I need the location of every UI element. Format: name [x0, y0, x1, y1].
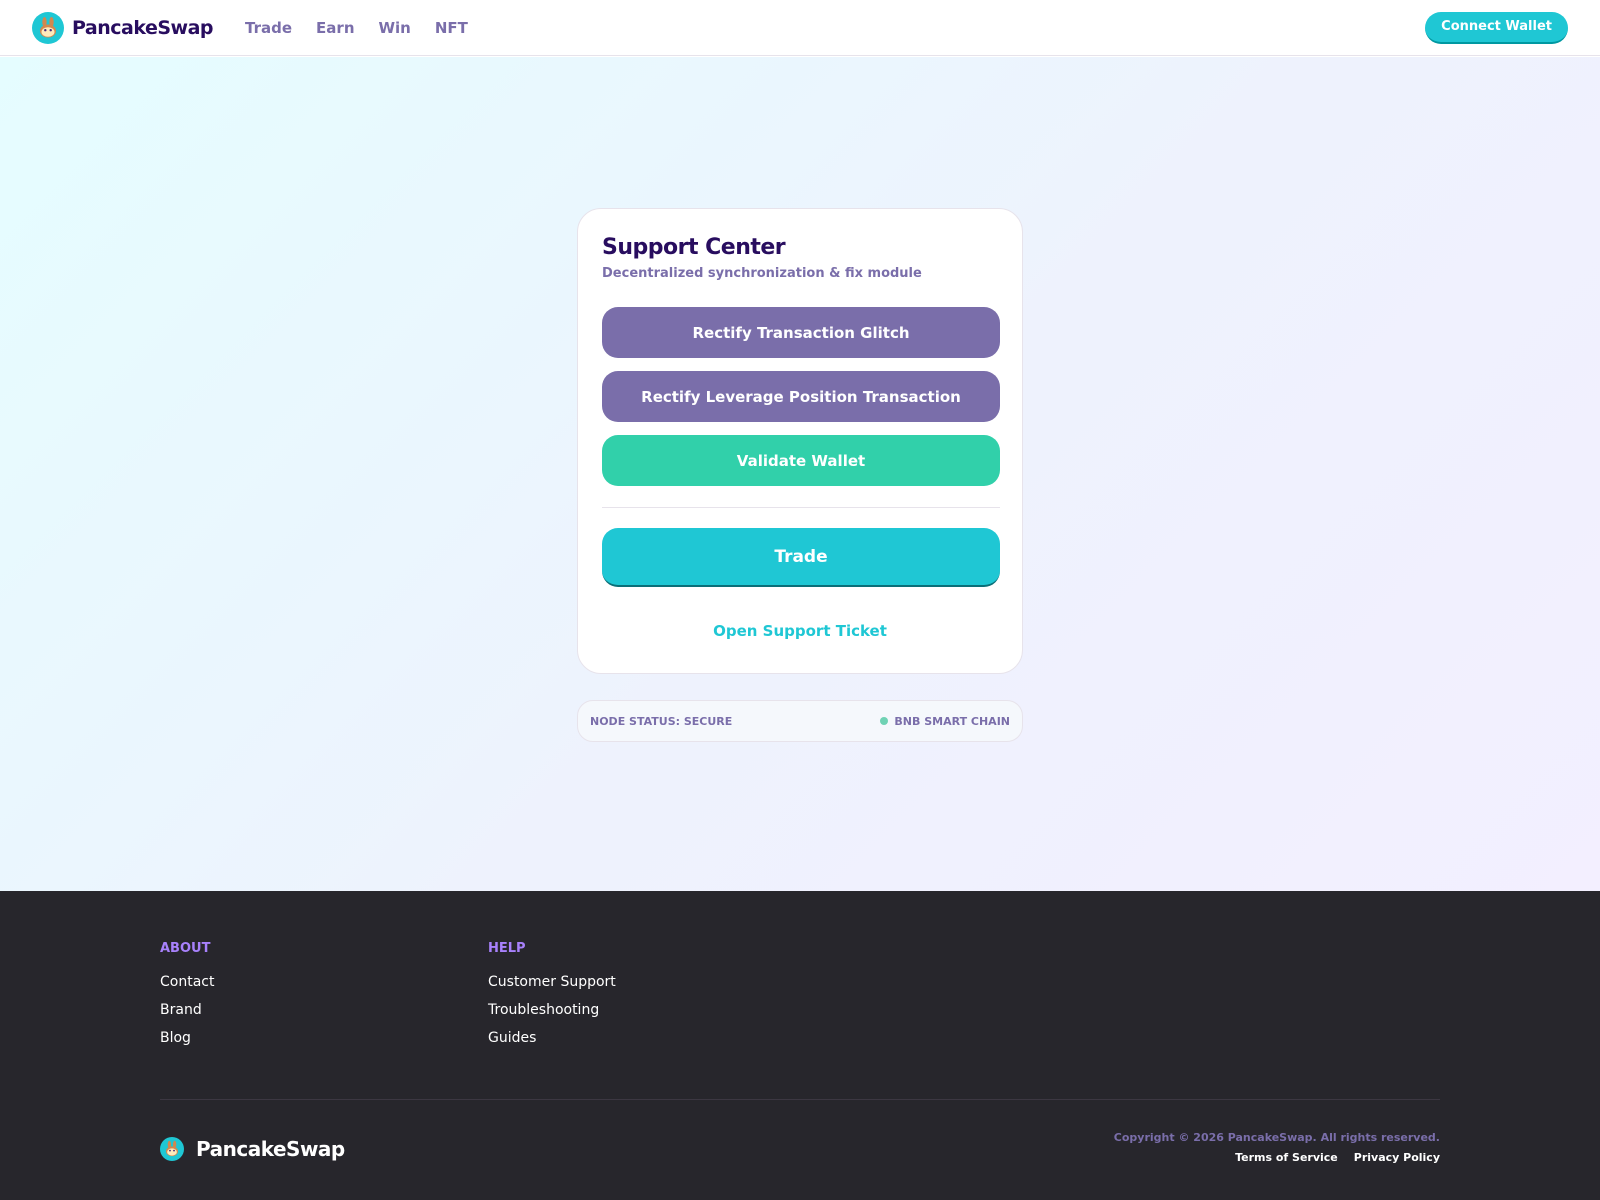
footer-about-heading: ABOUT [160, 941, 211, 956]
nav-win[interactable]: Win [379, 19, 411, 37]
nav-nft[interactable]: NFT [435, 19, 468, 37]
rectify-leverage-position-button[interactable]: Rectify Leverage Position Transaction [602, 371, 1000, 422]
footer-brand-logo[interactable]: PancakeSwap [160, 1137, 345, 1161]
status-dot-icon [880, 717, 889, 725]
footer-brand-name: PancakeSwap [196, 1137, 345, 1161]
footer-link-troubleshooting[interactable]: Troubleshooting [488, 1002, 616, 1018]
brand-logo[interactable]: PancakeSwap [32, 11, 214, 44]
open-support-ticket-link[interactable]: Open Support Ticket [602, 622, 998, 640]
legal-links: Terms of Service Privacy Policy [1114, 1151, 1440, 1164]
site-footer: ABOUT Contact Brand Blog HELP Customer S… [0, 891, 1600, 1200]
footer-legal: Copyright © 2026 PancakeSwap. All rights… [1114, 1131, 1440, 1164]
node-status-text: NODE STATUS: SECURE [590, 714, 733, 728]
brand-name: PancakeSwap [72, 16, 214, 39]
copyright-text: Copyright © 2026 PancakeSwap. All rights… [1113, 1131, 1440, 1144]
footer-link-contact[interactable]: Contact [160, 974, 214, 990]
trade-button[interactable]: Trade [602, 528, 1000, 587]
top-navbar: PancakeSwap Trade Earn Win NFT Connect W… [0, 0, 1600, 56]
connect-wallet-button[interactable]: Connect Wallet [1425, 11, 1568, 44]
rectify-transaction-glitch-button[interactable]: Rectify Transaction Glitch [602, 307, 1000, 358]
main-content: Support Center Decentralized synchroniza… [0, 57, 1600, 891]
card-title: Support Center [602, 235, 786, 260]
node-status-bar: NODE STATUS: SECURE BNB SMART CHAIN [577, 700, 1023, 742]
chain-indicator: BNB SMART CHAIN [880, 715, 1010, 728]
chain-name: BNB SMART CHAIN [894, 714, 1010, 728]
footer-link-brand[interactable]: Brand [160, 1002, 214, 1018]
footer-about-column: ABOUT Contact Brand Blog [160, 941, 214, 1058]
card-subtitle: Decentralized synchronization & fix modu… [602, 266, 922, 281]
nav-earn[interactable]: Earn [316, 19, 354, 37]
card-divider [602, 507, 1000, 508]
privacy-policy-link[interactable]: Privacy Policy [1354, 1151, 1440, 1164]
footer-help-column: HELP Customer Support Troubleshooting Gu… [488, 941, 616, 1058]
validate-wallet-button[interactable]: Validate Wallet [602, 435, 1000, 486]
footer-link-blog[interactable]: Blog [160, 1030, 214, 1046]
bunny-icon [32, 11, 64, 44]
nav-trade[interactable]: Trade [245, 19, 292, 37]
footer-link-guides[interactable]: Guides [488, 1030, 616, 1046]
footer-link-customer-support[interactable]: Customer Support [488, 974, 616, 990]
main-nav: Trade Earn Win NFT [245, 19, 468, 37]
footer-help-heading: HELP [488, 941, 526, 956]
bunny-icon [160, 1137, 184, 1161]
footer-divider [160, 1099, 1440, 1100]
support-center-card: Support Center Decentralized synchroniza… [577, 208, 1023, 674]
terms-of-service-link[interactable]: Terms of Service [1235, 1151, 1338, 1164]
